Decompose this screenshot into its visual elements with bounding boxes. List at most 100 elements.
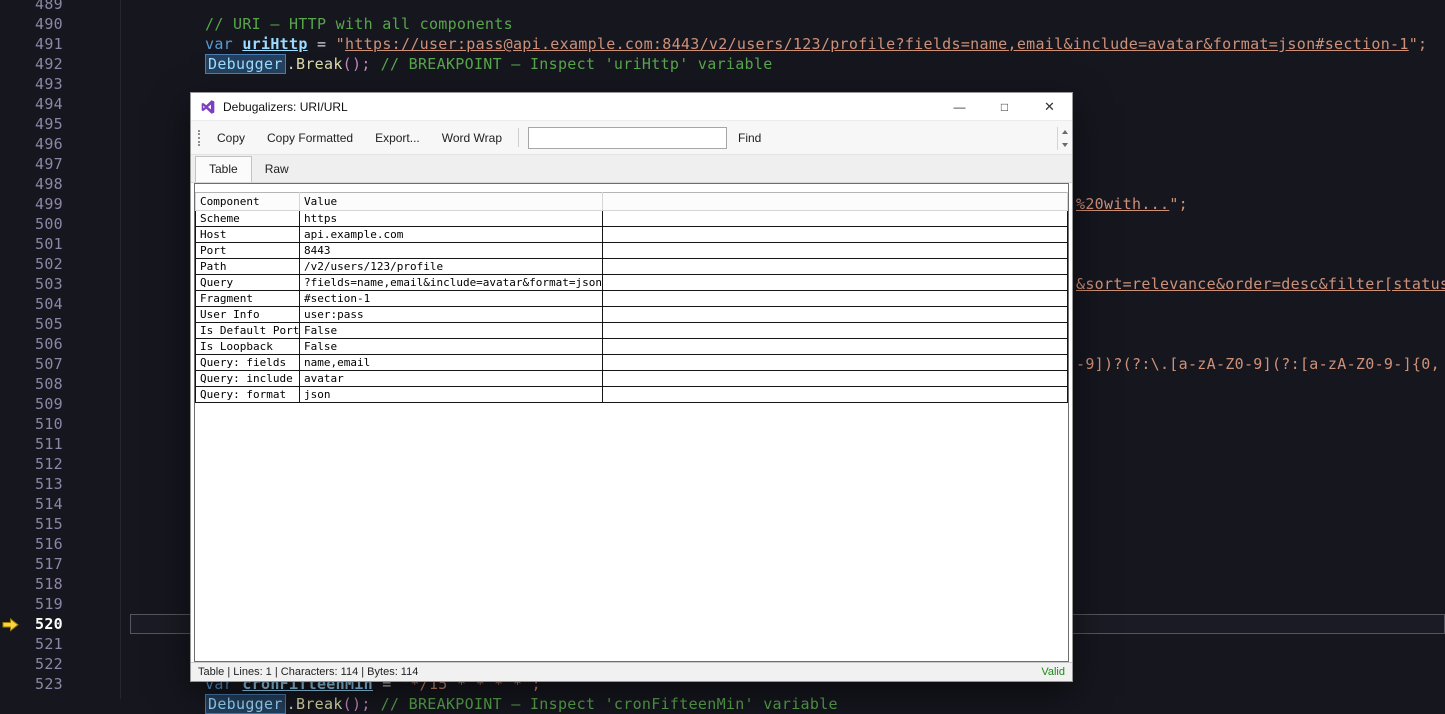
- component-cell[interactable]: Path: [195, 258, 300, 275]
- word-wrap-button[interactable]: Word Wrap: [431, 125, 513, 151]
- component-cell[interactable]: User Info: [195, 306, 300, 323]
- component-cell[interactable]: Is Loopback: [195, 338, 300, 355]
- filler-cell[interactable]: [602, 210, 1068, 227]
- line-number-499[interactable]: 499: [0, 194, 63, 214]
- line-number-493[interactable]: 493: [0, 74, 63, 94]
- find-button[interactable]: Find: [727, 125, 772, 151]
- table-row[interactable]: Is Default Port False: [195, 322, 1068, 339]
- line-number-523[interactable]: 523: [0, 674, 63, 694]
- maximize-button[interactable]: □: [982, 93, 1027, 120]
- filler-cell[interactable]: [602, 338, 1068, 355]
- line-number-516[interactable]: 516: [0, 534, 63, 554]
- filler-cell[interactable]: [602, 306, 1068, 323]
- line-number-497[interactable]: 497: [0, 154, 63, 174]
- line-number-511[interactable]: 511: [0, 434, 63, 454]
- line-number-502[interactable]: 502: [0, 254, 63, 274]
- filler-cell[interactable]: [602, 226, 1068, 243]
- value-cell[interactable]: user:pass: [299, 306, 603, 323]
- line-number-522[interactable]: 522: [0, 654, 63, 674]
- minimize-button[interactable]: —: [937, 93, 982, 120]
- export-button[interactable]: Export...: [364, 125, 431, 151]
- line-number-494[interactable]: 494: [0, 94, 63, 114]
- value-cell[interactable]: https: [299, 210, 603, 227]
- line-number-517[interactable]: 517: [0, 554, 63, 574]
- value-cell[interactable]: ?fields=name,email&include=avatar&format…: [299, 274, 603, 291]
- table-row[interactable]: Host api.example.com: [195, 226, 1068, 243]
- value-column-header[interactable]: Value: [299, 192, 603, 211]
- line-number-510[interactable]: 510: [0, 414, 63, 434]
- filler-cell[interactable]: [602, 386, 1068, 403]
- value-cell[interactable]: #section-1: [299, 290, 603, 307]
- table-row[interactable]: Query: format json: [195, 386, 1068, 403]
- table-row[interactable]: User Info user:pass: [195, 306, 1068, 323]
- value-cell[interactable]: False: [299, 322, 603, 339]
- line-number-505[interactable]: 505: [0, 314, 63, 334]
- line-number-509[interactable]: 509: [0, 394, 63, 414]
- filler-cell[interactable]: [602, 354, 1068, 371]
- table-row[interactable]: Port 8443: [195, 242, 1068, 259]
- copy-formatted-button[interactable]: Copy Formatted: [256, 125, 364, 151]
- component-cell[interactable]: Query: include: [195, 370, 300, 387]
- filler-cell[interactable]: [602, 274, 1068, 291]
- component-cell[interactable]: Fragment: [195, 290, 300, 307]
- value-cell[interactable]: api.example.com: [299, 226, 603, 243]
- url-string-token[interactable]: https://user:pass@api.example.com:8443/v…: [345, 35, 1409, 53]
- line-number-495[interactable]: 495: [0, 114, 63, 134]
- line-number-491[interactable]: 491: [0, 34, 63, 54]
- line-number-500[interactable]: 500: [0, 214, 63, 234]
- filler-cell[interactable]: [602, 290, 1068, 307]
- filler-cell[interactable]: [602, 322, 1068, 339]
- filler-cell[interactable]: [602, 258, 1068, 275]
- line-number-490[interactable]: 490: [0, 14, 63, 34]
- line-number-504[interactable]: 504: [0, 294, 63, 314]
- tab-raw[interactable]: Raw: [252, 157, 302, 182]
- value-cell[interactable]: 8443: [299, 242, 603, 259]
- component-cell[interactable]: Query: [195, 274, 300, 291]
- tab-table[interactable]: Table: [195, 156, 252, 182]
- line-number-501[interactable]: 501: [0, 234, 63, 254]
- table-row[interactable]: Fragment #section-1: [195, 290, 1068, 307]
- line-number-518[interactable]: 518: [0, 574, 63, 594]
- line-number-513[interactable]: 513: [0, 474, 63, 494]
- line-number-498[interactable]: 498: [0, 174, 63, 194]
- toolbar-overflow-button[interactable]: [1057, 127, 1069, 150]
- value-cell[interactable]: name,email: [299, 354, 603, 371]
- line-number-506[interactable]: 506: [0, 334, 63, 354]
- component-cell[interactable]: Port: [195, 242, 300, 259]
- line-number-507[interactable]: 507: [0, 354, 63, 374]
- dialog-titlebar[interactable]: Debugalizers: URI/URL — □ ✕: [191, 93, 1072, 120]
- table-row[interactable]: Path/v2/users/123/profile: [195, 258, 1068, 275]
- copy-button[interactable]: Copy: [206, 125, 256, 151]
- line-number-496[interactable]: 496: [0, 134, 63, 154]
- value-cell[interactable]: False: [299, 338, 603, 355]
- table-row[interactable]: Query: include avatar: [195, 370, 1068, 387]
- value-cell[interactable]: json: [299, 386, 603, 403]
- component-cell[interactable]: Query: format: [195, 386, 300, 403]
- line-number-512[interactable]: 512: [0, 454, 63, 474]
- value-cell[interactable]: /v2/users/123/profile: [299, 258, 603, 275]
- line-number-489[interactable]: 489: [0, 0, 63, 14]
- toolbar-grip[interactable]: [198, 129, 201, 146]
- url-string-token: &sort=relevance&order=desc&filter[status: [1076, 275, 1445, 293]
- line-number-492[interactable]: 492: [0, 54, 63, 74]
- component-cell[interactable]: Host: [195, 226, 300, 243]
- filler-cell[interactable]: [602, 370, 1068, 387]
- line-number-503[interactable]: 503: [0, 274, 63, 294]
- table-row[interactable]: Query ?fields=name,email&include=avatar&f…: [195, 274, 1068, 291]
- component-column-header[interactable]: Component: [195, 192, 300, 211]
- table-row[interactable]: Is Loopback False: [195, 338, 1068, 355]
- close-button[interactable]: ✕: [1027, 93, 1072, 120]
- filler-cell[interactable]: [602, 242, 1068, 259]
- line-number-515[interactable]: 515: [0, 514, 63, 534]
- table-row[interactable]: Scheme https: [195, 210, 1068, 227]
- line-number-519[interactable]: 519: [0, 594, 63, 614]
- component-cell[interactable]: Query: fields: [195, 354, 300, 371]
- value-cell[interactable]: avatar: [299, 370, 603, 387]
- line-number-508[interactable]: 508: [0, 374, 63, 394]
- component-cell[interactable]: Scheme: [195, 210, 300, 227]
- find-input[interactable]: [528, 126, 727, 149]
- component-cell[interactable]: Is Default Port: [195, 322, 300, 339]
- line-number-521[interactable]: 521: [0, 634, 63, 654]
- line-number-514[interactable]: 514: [0, 494, 63, 514]
- table-row[interactable]: Query: fields name,email: [195, 354, 1068, 371]
